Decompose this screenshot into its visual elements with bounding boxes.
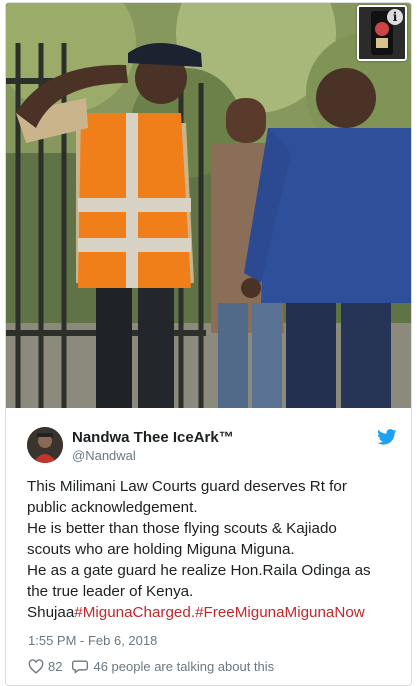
tweet-timestamp[interactable]: 1:55 PM - Feb 6, 2018 xyxy=(28,633,157,648)
tweet-text-line: the true leader of Kenya. xyxy=(27,583,194,600)
author-display-name[interactable]: Nandwa Thee IceArk™ xyxy=(72,429,234,447)
tweet-card[interactable]: i Nandwa Thee IceArk™ @Nandwal This Mili… xyxy=(5,2,412,686)
speech-bubble-icon[interactable] xyxy=(72,659,89,674)
tweet-text-line: He is better than those flying scouts & … xyxy=(27,520,337,537)
tweet-text-line: This Milimani Law Courts guard deserves … xyxy=(27,478,347,495)
tweet-photo[interactable]: i xyxy=(6,3,411,408)
author-names[interactable]: Nandwa Thee IceArk™ @Nandwal xyxy=(72,429,234,464)
tweet-actions: 82 46 people are talking about this xyxy=(28,659,274,674)
tweet-text-line: public acknowledgement. xyxy=(27,499,198,516)
heart-icon[interactable] xyxy=(28,659,44,674)
tweet-header: Nandwa Thee IceArk™ @Nandwal xyxy=(27,427,397,467)
avatar-image xyxy=(27,427,63,463)
tweet-text-prefix: Shujaa xyxy=(27,604,75,621)
avatar[interactable] xyxy=(27,427,63,463)
hashtag-link[interactable]: #FreeMigunaMigunaNow xyxy=(195,604,365,621)
conversation-link[interactable]: 46 people are talking about this xyxy=(93,659,274,674)
hashtag-link[interactable]: #MigunaCharged xyxy=(74,604,191,621)
tweet-text-line: He as a gate guard he realize Hon.Raila … xyxy=(27,562,371,579)
author-handle[interactable]: @Nandwal xyxy=(72,447,234,464)
info-icon[interactable]: i xyxy=(387,9,403,25)
tweet-text-line-hashtags: Shujaa#MigunaCharged.#FreeMigunaMigunaNo… xyxy=(27,602,407,623)
twitter-bird-icon[interactable] xyxy=(377,429,397,445)
photo-scene xyxy=(6,3,411,408)
tweet-text: This Milimani Law Courts guard deserves … xyxy=(27,476,407,623)
tweet-text-line: scouts who are holding Miguna Miguna. xyxy=(27,541,295,558)
like-count[interactable]: 82 xyxy=(48,659,62,674)
